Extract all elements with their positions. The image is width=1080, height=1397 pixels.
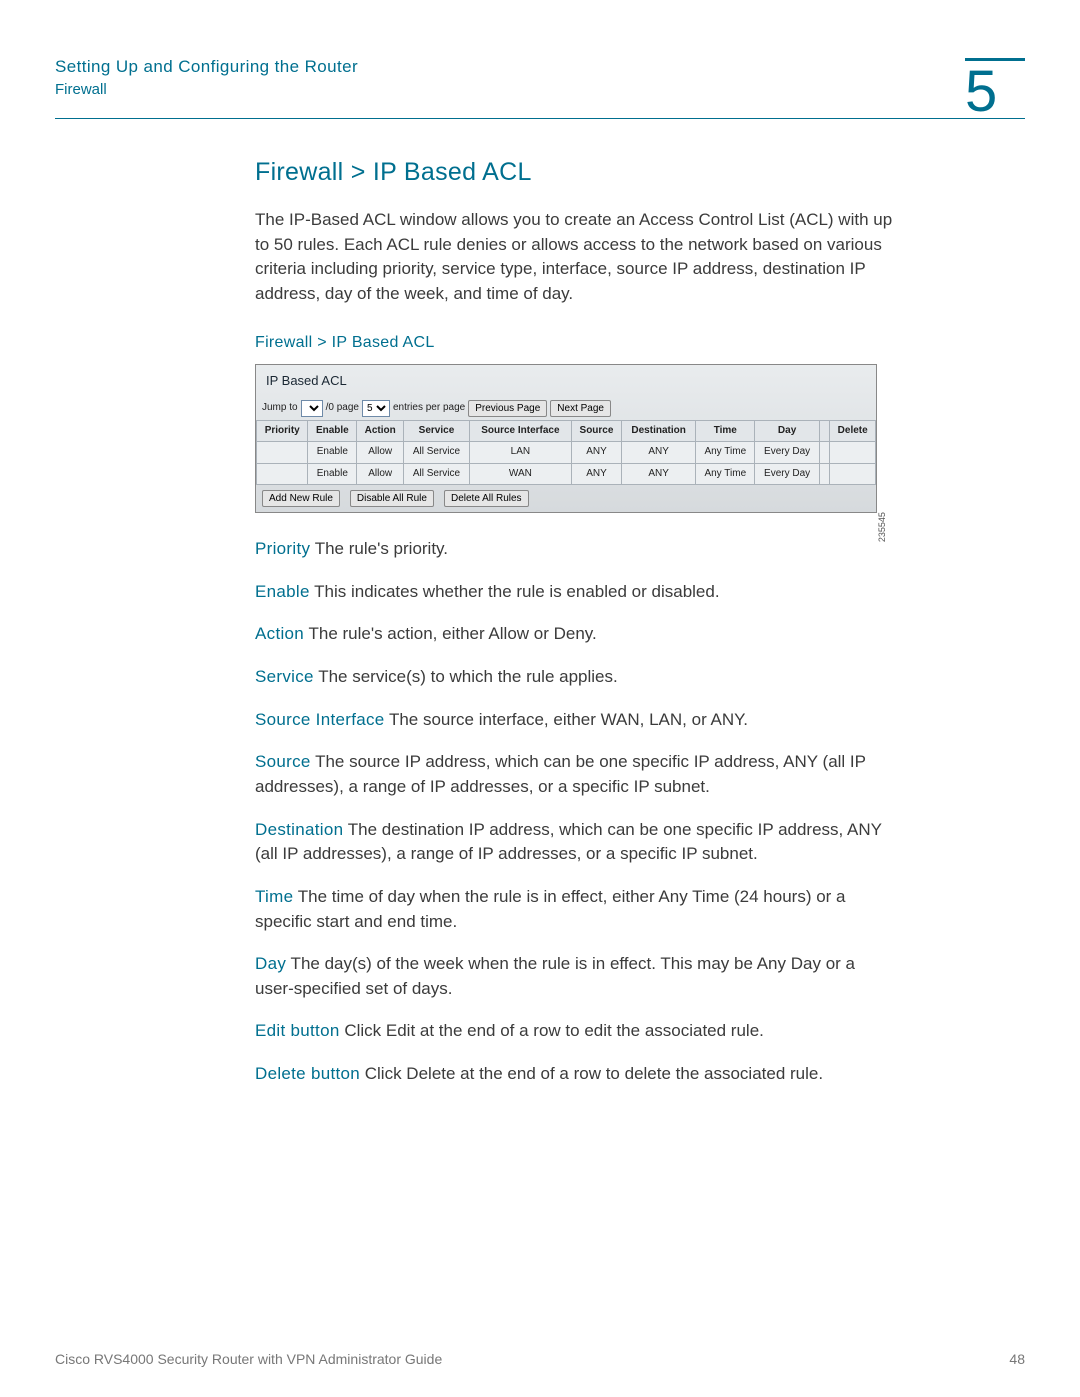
field-definition: Action The rule's action, either Allow o…	[255, 622, 895, 647]
jump-to-label: Jump to	[262, 401, 298, 416]
field-definition: Source Interface The source interface, e…	[255, 708, 895, 733]
intro-paragraph: The IP-Based ACL window allows you to cr…	[255, 208, 895, 307]
figure-number: 235545	[876, 512, 889, 542]
page-footer: Cisco RVS4000 Security Router with VPN A…	[55, 1351, 1025, 1367]
acl-column-header: Action	[357, 420, 404, 442]
jump-to-select[interactable]	[301, 400, 323, 417]
chapter-badge: 5	[965, 58, 1025, 121]
figure-caption: Firewall > IP Based ACL	[255, 331, 895, 354]
table-cell: Allow	[357, 442, 404, 464]
page-header: Setting Up and Configuring the Router Fi…	[55, 55, 1025, 100]
disable-all-rule-button[interactable]: Disable All Rule	[350, 490, 434, 507]
section-title: Setting Up and Configuring the Router	[55, 55, 358, 79]
acl-column-header: Enable	[308, 420, 357, 442]
acl-column-header: Day	[755, 420, 819, 442]
table-cell: All Service	[404, 463, 470, 485]
table-cell: Every Day	[755, 442, 819, 464]
table-row: EnableAllowAll ServiceWANANYANYAny TimeE…	[257, 463, 876, 485]
entries-per-page-select[interactable]: 5	[362, 400, 390, 417]
table-cell: All Service	[404, 442, 470, 464]
field-definition: Enable This indicates whether the rule i…	[255, 580, 895, 605]
table-row: EnableAllowAll ServiceLANANYANYAny TimeE…	[257, 442, 876, 464]
acl-column-header: Service	[404, 420, 470, 442]
table-cell: ANY	[571, 442, 621, 464]
table-cell: Every Day	[755, 463, 819, 485]
table-cell: Any Time	[696, 442, 755, 464]
page-sep-label: /0 page	[326, 401, 359, 416]
section-subsection: Firewall	[55, 79, 358, 100]
table-cell: ANY	[571, 463, 621, 485]
definition-desc: The source interface, either WAN, LAN, o…	[385, 710, 748, 729]
definition-desc: The rule's priority.	[310, 539, 448, 558]
table-cell: Enable	[308, 463, 357, 485]
previous-page-button[interactable]: Previous Page	[468, 400, 547, 417]
footer-page-number: 48	[1009, 1351, 1025, 1367]
field-definition: Service The service(s) to which the rule…	[255, 665, 895, 690]
acl-column-header: Destination	[622, 420, 696, 442]
page-title: Firewall > IP Based ACL	[255, 154, 895, 190]
definition-term: Edit button	[255, 1021, 340, 1040]
acl-column-header: Time	[696, 420, 755, 442]
acl-panel-title: IP Based ACL	[256, 365, 876, 397]
definition-desc: Click Edit at the end of a row to edit t…	[340, 1021, 764, 1040]
field-definition: Day The day(s) of the week when the rule…	[255, 952, 895, 1001]
main-content: Firewall > IP Based ACL The IP-Based ACL…	[255, 154, 895, 1087]
acl-toolbar: Jump to /0 page 5 entries per page Previ…	[256, 397, 876, 420]
acl-panel: IP Based ACL Jump to /0 page 5 entries p…	[255, 364, 877, 513]
table-cell	[830, 442, 876, 464]
definition-term: Enable	[255, 582, 310, 601]
field-definition: Time The time of day when the rule is in…	[255, 885, 895, 934]
acl-column-header: Delete	[830, 420, 876, 442]
acl-column-header	[819, 420, 830, 442]
definition-term: Destination	[255, 820, 343, 839]
definition-term: Action	[255, 624, 304, 643]
field-definition: Destination The destination IP address, …	[255, 818, 895, 867]
definition-desc: The day(s) of the week when the rule is …	[255, 954, 855, 998]
table-cell: Allow	[357, 463, 404, 485]
acl-table: PriorityEnableActionServiceSource Interf…	[256, 420, 876, 486]
field-definition: Delete button Click Delete at the end of…	[255, 1062, 895, 1087]
field-definition: Edit button Click Edit at the end of a r…	[255, 1019, 895, 1044]
delete-all-rules-button[interactable]: Delete All Rules	[444, 490, 529, 507]
definition-desc: The rule's action, either Allow or Deny.	[304, 624, 597, 643]
definition-term: Day	[255, 954, 286, 973]
table-cell: WAN	[469, 463, 571, 485]
next-page-button[interactable]: Next Page	[550, 400, 611, 417]
definition-desc: Click Delete at the end of a row to dele…	[360, 1064, 823, 1083]
definition-term: Time	[255, 887, 293, 906]
table-cell: ANY	[622, 463, 696, 485]
table-cell: Enable	[308, 442, 357, 464]
table-cell	[830, 463, 876, 485]
header-divider	[55, 118, 1025, 119]
definition-desc: The service(s) to which the rule applies…	[314, 667, 618, 686]
acl-column-header: Priority	[257, 420, 308, 442]
table-cell	[819, 463, 830, 485]
table-cell: Any Time	[696, 463, 755, 485]
definition-term: Priority	[255, 539, 310, 558]
table-cell	[257, 463, 308, 485]
table-cell: LAN	[469, 442, 571, 464]
chapter-number: 5	[965, 63, 1025, 121]
definition-desc: This indicates whether the rule is enabl…	[310, 582, 720, 601]
definition-term: Source Interface	[255, 710, 385, 729]
field-definition: Source The source IP address, which can …	[255, 750, 895, 799]
definition-desc: The source IP address, which can be one …	[255, 752, 866, 796]
acl-column-header: Source Interface	[469, 420, 571, 442]
definition-desc: The destination IP address, which can be…	[255, 820, 882, 864]
footer-book-title: Cisco RVS4000 Security Router with VPN A…	[55, 1351, 442, 1367]
add-new-rule-button[interactable]: Add New Rule	[262, 490, 340, 507]
definition-term: Service	[255, 667, 314, 686]
table-cell	[257, 442, 308, 464]
entries-label: entries per page	[393, 401, 465, 416]
field-definition: Priority The rule's priority.	[255, 537, 895, 562]
definition-term: Source	[255, 752, 311, 771]
definition-term: Delete button	[255, 1064, 360, 1083]
table-cell: ANY	[622, 442, 696, 464]
table-cell	[819, 442, 830, 464]
definition-desc: The time of day when the rule is in effe…	[255, 887, 846, 931]
acl-column-header: Source	[571, 420, 621, 442]
